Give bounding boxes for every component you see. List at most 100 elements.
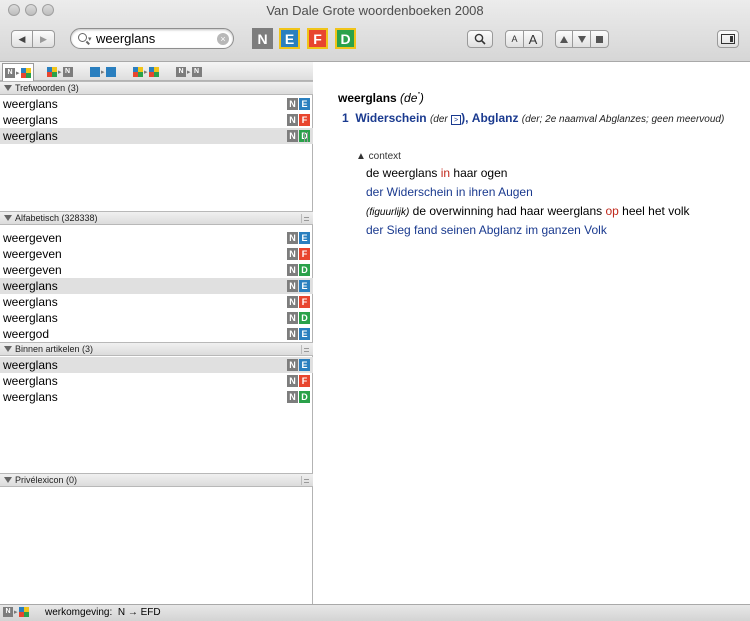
section-header-trefwoorden[interactable]: Trefwoorden (3) (0, 81, 313, 95)
magnifier-icon (474, 33, 486, 45)
window-title: Van Dale Grote woordenboeken 2008 (266, 3, 484, 18)
list-item[interactable]: weerglans NF (0, 112, 313, 128)
font-larger-button[interactable]: A (524, 30, 543, 48)
list-item-selected[interactable]: weerglans NE (0, 278, 313, 294)
find-button[interactable] (467, 30, 493, 48)
section-title: Privélexicon (0) (15, 475, 78, 485)
list-item[interactable]: weerglans ND (0, 389, 313, 405)
list-item[interactable]: weergeven ND (0, 262, 313, 278)
translation-2[interactable]: Abglanz (472, 111, 519, 125)
tab-n-to-n[interactable]: N ▸ N (174, 64, 204, 79)
disclosure-triangle-icon[interactable] (4, 346, 12, 352)
arrow-right-icon: ▸ (58, 68, 62, 76)
tab-n-to-efd[interactable]: N ▸ (2, 63, 34, 81)
section-header-privelexicon[interactable]: Privélexicon (0) (0, 473, 313, 487)
example-2-translation: der Sieg fand seinen Abglanz im ganzen V… (366, 223, 607, 237)
n-badge: N (287, 296, 298, 308)
n-badge: N (287, 280, 298, 292)
resize-grip-icon[interactable] (301, 214, 310, 223)
example-1-part-c: haar ogen (450, 166, 508, 180)
lang-badge: F (299, 114, 310, 126)
list-item[interactable]: weergeven NF (0, 246, 313, 262)
disclosure-triangle-icon[interactable] (4, 477, 12, 483)
reference-arrow-icon[interactable]: > (451, 115, 462, 125)
search-options-icon[interactable]: ▾ (88, 35, 92, 43)
list-item-word: weerglans (3, 97, 58, 111)
n-badge: N (287, 328, 298, 340)
splitter-grip[interactable] (303, 132, 309, 142)
list-item-word: weerglans (3, 295, 58, 309)
back-button[interactable]: ◀ (11, 30, 33, 48)
tab-n-to-e[interactable]: ▸ (88, 64, 118, 79)
panel-icon (721, 34, 735, 44)
n-square-icon: N (3, 607, 13, 617)
forward-button[interactable]: ▶ (33, 30, 55, 48)
translation-1-close: ), (461, 111, 469, 125)
list-item[interactable]: weergeven NE (0, 230, 313, 246)
workspace-icon: N ▸ (3, 607, 29, 617)
stop-button[interactable] (591, 30, 609, 48)
efd-quad-icon (133, 66, 143, 77)
n-badge: N (287, 248, 298, 260)
section-title: Binnen artikelen (3) (15, 344, 94, 354)
triangle-up-icon (560, 35, 568, 43)
previous-button[interactable] (555, 30, 573, 48)
resize-grip-icon[interactable] (301, 345, 310, 354)
font-smaller-button[interactable]: A (505, 30, 524, 48)
example-2-note: (figuurlijk) (366, 207, 410, 218)
n-badge: N (287, 232, 298, 244)
clear-search-icon[interactable]: × (217, 33, 229, 45)
app-window: Van Dale Grote woordenboeken 2008 ◀ ▶ ▾ … (0, 0, 750, 621)
search-input[interactable] (96, 31, 216, 46)
lang-badge: E (299, 359, 310, 371)
titlebar: Van Dale Grote woordenboeken 2008 ◀ ▶ ▾ … (0, 0, 750, 62)
lang-n-button[interactable]: N (252, 28, 273, 49)
tab-efd-to-n[interactable]: ▸ N (45, 64, 75, 79)
context-nav-group (555, 30, 609, 48)
triangle-down-icon (577, 35, 586, 43)
next-button[interactable] (573, 30, 591, 48)
list-item[interactable]: weerglans NF (0, 373, 313, 389)
n-square-icon: N (62, 66, 73, 77)
article-view: weerglans (de") 1 Widerschein (der >), A… (314, 62, 750, 604)
n-square-icon: N (176, 66, 186, 77)
sense-1: 1 Widerschein (der >), Abglanz (der; 2e … (342, 109, 742, 129)
section-header-alfabetisch[interactable]: Alfabetisch (328338) (0, 211, 313, 225)
efd-quad-icon (20, 67, 31, 78)
square-icon (596, 35, 603, 43)
sense-number: 1 (342, 111, 349, 125)
list-item[interactable]: weergod NE (0, 326, 313, 342)
context-toggle[interactable]: ▲ context (356, 151, 401, 162)
resize-grip-icon[interactable] (301, 476, 310, 485)
lang-badge: D (299, 264, 310, 276)
lang-d-button[interactable]: D (335, 28, 356, 49)
mode-tabs: N ▸ ▸ N ▸ ▸ N ▸ N (0, 62, 313, 81)
sidebar-toggle-button[interactable] (717, 30, 739, 48)
lang-badge: E (299, 280, 310, 292)
e-square-icon (90, 66, 100, 77)
list-item-selected[interactable]: weerglans NE (0, 357, 313, 373)
list-item[interactable]: weerglans NF (0, 294, 313, 310)
arrow-right-icon: ▸ (187, 68, 191, 76)
efd-quad-icon (148, 66, 159, 77)
efd-quad-icon (47, 66, 57, 77)
disclosure-triangle-icon[interactable] (4, 215, 12, 221)
lang-f-button[interactable]: F (307, 28, 328, 49)
headword-text: weerglans (338, 91, 397, 105)
example-1-part-a: de weerglans (366, 166, 441, 180)
disclosure-triangle-icon[interactable] (4, 85, 12, 91)
lang-badge: E (299, 328, 310, 340)
search-field[interactable]: ▾ × (70, 28, 234, 49)
list-item-word: weerglans (3, 129, 58, 143)
list-item[interactable]: weerglans ND (0, 310, 313, 326)
list-item-word: weerglans (3, 374, 58, 388)
tab-n-to-f[interactable]: ▸ (131, 64, 161, 79)
section-header-binnen-artikelen[interactable]: Binnen artikelen (3) (0, 342, 313, 356)
translation-1[interactable]: Widerschein (355, 111, 426, 125)
n-badge: N (287, 359, 298, 371)
status-value: N → EFD (117, 607, 161, 618)
lang-e-button[interactable]: E (279, 28, 300, 49)
list-item[interactable]: weerglans NE (0, 96, 313, 112)
arrow-right-icon: ▸ (144, 68, 148, 76)
list-item-selected[interactable]: weerglans ND (0, 128, 313, 144)
